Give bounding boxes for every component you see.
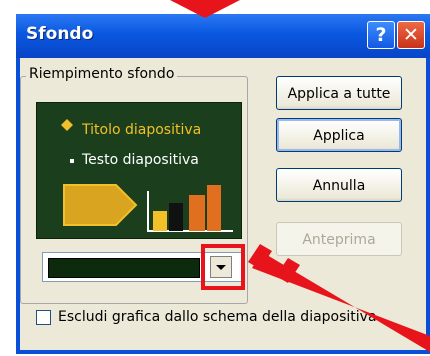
preview-button: Anteprima [276,222,402,256]
dot-bullet-icon [70,159,74,163]
selected-color-swatch[interactable] [48,258,200,278]
preview-bar-chart [147,185,233,232]
dialog-title: Sfondo [26,24,94,44]
preview-bar-3 [189,195,205,231]
preview-bar-1 [153,211,167,231]
apply-button[interactable]: Applica [276,118,402,152]
diamond-bullet-icon [61,119,73,131]
apply-all-button[interactable]: Applica a tutte [276,76,402,110]
preview-title-text: Titolo diapositiva [82,122,202,138]
help-icon[interactable]: ? [367,21,395,49]
close-icon[interactable]: ✕ [397,21,425,49]
preview-bar-2 [169,203,183,231]
preview-body-text: Testo diapositiva [82,152,199,168]
group-label: Riempimento sfondo [26,66,178,82]
exclude-graphics-label[interactable]: Escludi grafica dallo schema della diapo… [58,309,388,325]
highlight-box [201,244,245,290]
title-bar[interactable]: Sfondo ? ✕ [16,14,430,58]
cancel-button[interactable]: Annulla [276,168,402,202]
exclude-graphics-checkbox[interactable] [36,310,51,325]
preview-arrow-shape [63,184,138,226]
preview-bar-4 [207,185,221,231]
